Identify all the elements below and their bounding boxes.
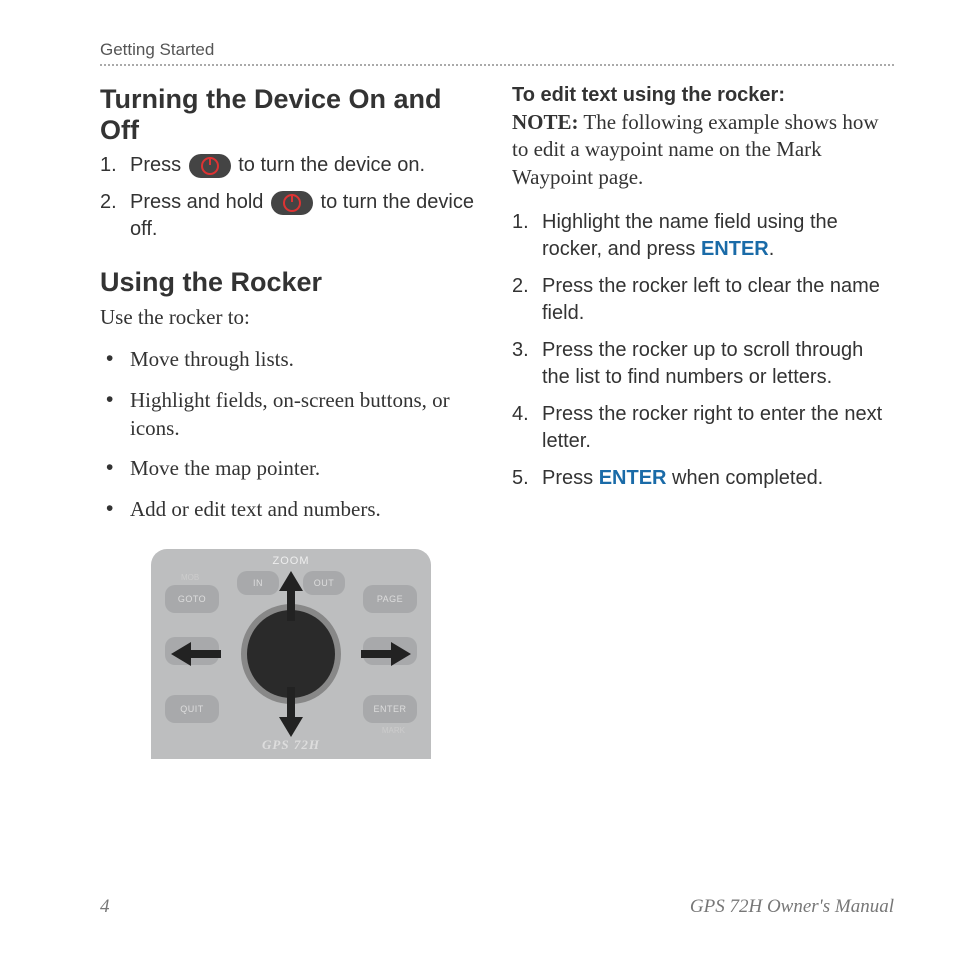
right-column: To edit text using the rocker: NOTE: The…	[512, 84, 894, 759]
list-item: Press the rocker up to scroll through th…	[512, 337, 894, 391]
list-item: Highlight the name field using the rocke…	[512, 209, 894, 263]
rocker-intro: Use the rocker to:	[100, 304, 482, 331]
list-item: Press to turn the device on.	[100, 152, 482, 179]
edit-steps: Highlight the name field using the rocke…	[512, 209, 894, 492]
arrow-down-icon	[279, 717, 303, 737]
list-item: Add or edit text and numbers.	[100, 495, 482, 523]
device-mob-label: MOB	[181, 573, 199, 582]
text: when completed.	[666, 467, 823, 489]
power-icon	[271, 191, 313, 215]
page-footer: 4 GPS 72H Owner's Manual	[100, 896, 894, 918]
power-icon	[189, 154, 231, 178]
arrow-right-icon	[391, 642, 411, 666]
edit-text-lead: To edit text using the rocker:	[512, 84, 894, 107]
text: to turn the device on.	[233, 154, 425, 176]
text: Press and hold	[130, 191, 269, 213]
rocker-uses-list: Move through lists. Highlight fields, on…	[100, 345, 482, 523]
power-steps: Press to turn the device on. Press and h…	[100, 152, 482, 243]
device-mark-label: MARK	[382, 726, 405, 735]
device-illustration: ZOOM MOB GOTO IN OUT PAGE QUIT ENTER MAR…	[151, 549, 431, 759]
manual-title: GPS 72H Owner's Manual	[690, 896, 894, 918]
device-goto-button: GOTO	[165, 585, 219, 613]
heading-rocker: Using the Rocker	[100, 267, 482, 298]
enter-key: ENTER	[599, 467, 667, 489]
list-item: Highlight fields, on-screen buttons, or …	[100, 386, 482, 443]
device-zoom-label: ZOOM	[151, 555, 431, 567]
device-page-button: PAGE	[363, 585, 417, 613]
list-item: Move through lists.	[100, 345, 482, 373]
edit-text-note: NOTE: The following example shows how to…	[512, 109, 894, 191]
content-columns: Turning the Device On and Off Press to t…	[100, 84, 894, 759]
device-out-button: OUT	[303, 571, 345, 595]
list-item: Press the rocker left to clear the name …	[512, 273, 894, 327]
text: Press	[130, 154, 187, 176]
list-item: Move the map pointer.	[100, 454, 482, 482]
list-item: Press and hold to turn the device off.	[100, 189, 482, 243]
list-item: Press ENTER when completed.	[512, 465, 894, 492]
device-quit-button: QUIT	[165, 695, 219, 723]
text: Highlight the name field using the rocke…	[542, 211, 838, 260]
enter-key: ENTER	[701, 238, 769, 260]
device-in-button: IN	[237, 571, 279, 595]
left-column: Turning the Device On and Off Press to t…	[100, 84, 482, 759]
note-label: NOTE:	[512, 110, 579, 134]
text: .	[769, 238, 775, 260]
rocker-circle	[247, 610, 335, 698]
text: Press	[542, 467, 599, 489]
device-model-label: GPS 72H	[151, 737, 431, 753]
list-item: Press the rocker right to enter the next…	[512, 401, 894, 455]
arrow-up-icon	[279, 571, 303, 591]
arrow-left-icon	[171, 642, 191, 666]
section-header: Getting Started	[100, 40, 894, 66]
heading-power: Turning the Device On and Off	[100, 84, 482, 146]
device-enter-button: ENTER	[363, 695, 417, 723]
page-number: 4	[100, 896, 110, 918]
